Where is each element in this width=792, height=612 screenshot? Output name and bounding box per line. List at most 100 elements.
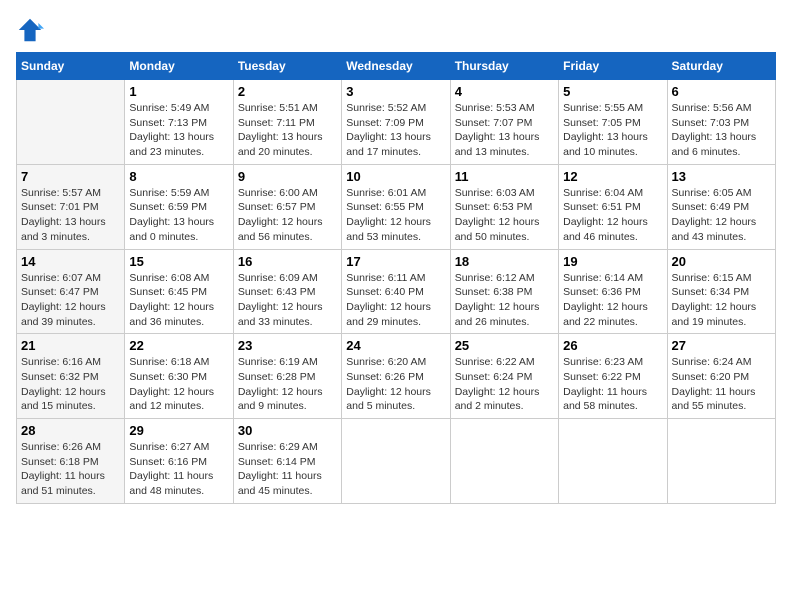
day-number: 10 [346,169,445,184]
day-number: 14 [21,254,120,269]
calendar-cell: 22 Sunrise: 6:18 AMSunset: 6:30 PMDayligh… [125,334,233,419]
calendar-cell: 2 Sunrise: 5:51 AMSunset: 7:11 PMDaylight… [233,80,341,165]
day-info: Sunrise: 5:51 AMSunset: 7:11 PMDaylight:… [238,101,337,160]
day-info: Sunrise: 6:14 AMSunset: 6:36 PMDaylight:… [563,271,662,330]
day-info: Sunrise: 6:07 AMSunset: 6:47 PMDaylight:… [21,271,120,330]
calendar-cell: 28 Sunrise: 6:26 AMSunset: 6:18 PMDayligh… [17,419,125,504]
calendar-week-row: 7 Sunrise: 5:57 AMSunset: 7:01 PMDaylight… [17,164,776,249]
day-info: Sunrise: 6:23 AMSunset: 6:22 PMDaylight:… [563,355,662,414]
day-info: Sunrise: 6:00 AMSunset: 6:57 PMDaylight:… [238,186,337,245]
column-header-wednesday: Wednesday [342,53,450,80]
day-number: 24 [346,338,445,353]
calendar-week-row: 14 Sunrise: 6:07 AMSunset: 6:47 PMDayligh… [17,249,776,334]
day-info: Sunrise: 6:19 AMSunset: 6:28 PMDaylight:… [238,355,337,414]
day-info: Sunrise: 6:08 AMSunset: 6:45 PMDaylight:… [129,271,228,330]
calendar-cell: 20Sunrise: 6:15 AMSunset: 6:34 PMDayligh… [667,249,775,334]
calendar-cell: 17 Sunrise: 6:11 AMSunset: 6:40 PMDayligh… [342,249,450,334]
day-info: Sunrise: 5:59 AMSunset: 6:59 PMDaylight:… [129,186,228,245]
calendar-table: SundayMondayTuesdayWednesdayThursdayFrid… [16,52,776,504]
day-info: Sunrise: 5:49 AMSunset: 7:13 PMDaylight:… [129,101,228,160]
day-number: 9 [238,169,337,184]
calendar-week-row: 28 Sunrise: 6:26 AMSunset: 6:18 PMDayligh… [17,419,776,504]
day-number: 18 [455,254,554,269]
day-info: Sunrise: 6:12 AMSunset: 6:38 PMDaylight:… [455,271,554,330]
day-number: 4 [455,84,554,99]
calendar-cell: 29 Sunrise: 6:27 AMSunset: 6:16 PMDayligh… [125,419,233,504]
day-info: Sunrise: 5:57 AMSunset: 7:01 PMDaylight:… [21,186,120,245]
calendar-cell: 4 Sunrise: 5:53 AMSunset: 7:07 PMDaylight… [450,80,558,165]
day-number: 29 [129,423,228,438]
calendar-cell: 30 Sunrise: 6:29 AMSunset: 6:14 PMDayligh… [233,419,341,504]
day-info: Sunrise: 6:05 AMSunset: 6:49 PMDaylight:… [672,186,771,245]
day-info: Sunrise: 6:22 AMSunset: 6:24 PMDaylight:… [455,355,554,414]
calendar-cell: 14 Sunrise: 6:07 AMSunset: 6:47 PMDayligh… [17,249,125,334]
day-number: 3 [346,84,445,99]
day-info: Sunrise: 6:03 AMSunset: 6:53 PMDaylight:… [455,186,554,245]
calendar-cell: 16Sunrise: 6:09 AMSunset: 6:43 PMDayligh… [233,249,341,334]
calendar-cell: 27 Sunrise: 6:24 AMSunset: 6:20 PMDayligh… [667,334,775,419]
calendar-cell: 23 Sunrise: 6:19 AMSunset: 6:28 PMDayligh… [233,334,341,419]
calendar-cell: 6Sunrise: 5:56 AMSunset: 7:03 PMDaylight… [667,80,775,165]
day-number: 7 [21,169,120,184]
calendar-cell: 21 Sunrise: 6:16 AMSunset: 6:32 PMDayligh… [17,334,125,419]
logo-icon [16,16,44,44]
calendar-cell: 24 Sunrise: 6:20 AMSunset: 6:26 PMDayligh… [342,334,450,419]
column-header-friday: Friday [559,53,667,80]
day-number: 17 [346,254,445,269]
day-number: 22 [129,338,228,353]
day-number: 26 [563,338,662,353]
calendar-week-row: 1Sunrise: 5:49 AMSunset: 7:13 PMDaylight… [17,80,776,165]
calendar-cell: 13 Sunrise: 6:05 AMSunset: 6:49 PMDayligh… [667,164,775,249]
calendar-week-row: 21 Sunrise: 6:16 AMSunset: 6:32 PMDayligh… [17,334,776,419]
calendar-cell: 18 Sunrise: 6:12 AMSunset: 6:38 PMDayligh… [450,249,558,334]
day-number: 15 [129,254,228,269]
calendar-cell: 1Sunrise: 5:49 AMSunset: 7:13 PMDaylight… [125,80,233,165]
day-number: 2 [238,84,337,99]
day-number: 21 [21,338,120,353]
day-info: Sunrise: 6:24 AMSunset: 6:20 PMDaylight:… [672,355,771,414]
day-number: 30 [238,423,337,438]
day-info: Sunrise: 5:55 AMSunset: 7:05 PMDaylight:… [563,101,662,160]
day-number: 28 [21,423,120,438]
day-info: Sunrise: 6:29 AMSunset: 6:14 PMDaylight:… [238,440,337,499]
calendar-cell: 25 Sunrise: 6:22 AMSunset: 6:24 PMDayligh… [450,334,558,419]
day-info: Sunrise: 6:27 AMSunset: 6:16 PMDaylight:… [129,440,228,499]
column-header-saturday: Saturday [667,53,775,80]
day-info: Sunrise: 6:11 AMSunset: 6:40 PMDaylight:… [346,271,445,330]
day-info: Sunrise: 6:18 AMSunset: 6:30 PMDaylight:… [129,355,228,414]
calendar-cell: 11 Sunrise: 6:03 AMSunset: 6:53 PMDayligh… [450,164,558,249]
day-number: 20 [672,254,771,269]
day-number: 5 [563,84,662,99]
calendar-cell [17,80,125,165]
calendar-cell [450,419,558,504]
day-number: 23 [238,338,337,353]
day-number: 11 [455,169,554,184]
header [16,16,776,44]
day-info: Sunrise: 6:01 AMSunset: 6:55 PMDaylight:… [346,186,445,245]
calendar-cell: 9 Sunrise: 6:00 AMSunset: 6:57 PMDaylight… [233,164,341,249]
calendar-cell: 12 Sunrise: 6:04 AMSunset: 6:51 PMDayligh… [559,164,667,249]
column-header-tuesday: Tuesday [233,53,341,80]
day-number: 19 [563,254,662,269]
column-header-monday: Monday [125,53,233,80]
day-number: 25 [455,338,554,353]
logo [16,16,48,44]
day-info: Sunrise: 6:26 AMSunset: 6:18 PMDaylight:… [21,440,120,499]
calendar-header-row: SundayMondayTuesdayWednesdayThursdayFrid… [17,53,776,80]
column-header-thursday: Thursday [450,53,558,80]
day-info: Sunrise: 5:52 AMSunset: 7:09 PMDaylight:… [346,101,445,160]
day-number: 27 [672,338,771,353]
column-header-sunday: Sunday [17,53,125,80]
day-info: Sunrise: 6:16 AMSunset: 6:32 PMDaylight:… [21,355,120,414]
day-info: Sunrise: 6:04 AMSunset: 6:51 PMDaylight:… [563,186,662,245]
day-number: 12 [563,169,662,184]
day-info: Sunrise: 6:20 AMSunset: 6:26 PMDaylight:… [346,355,445,414]
day-info: Sunrise: 5:56 AMSunset: 7:03 PMDaylight:… [672,101,771,160]
day-number: 8 [129,169,228,184]
day-info: Sunrise: 5:53 AMSunset: 7:07 PMDaylight:… [455,101,554,160]
calendar-cell: 19 Sunrise: 6:14 AMSunset: 6:36 PMDayligh… [559,249,667,334]
calendar-cell: 8 Sunrise: 5:59 AMSunset: 6:59 PMDaylight… [125,164,233,249]
calendar-cell [342,419,450,504]
day-number: 13 [672,169,771,184]
calendar-cell [559,419,667,504]
